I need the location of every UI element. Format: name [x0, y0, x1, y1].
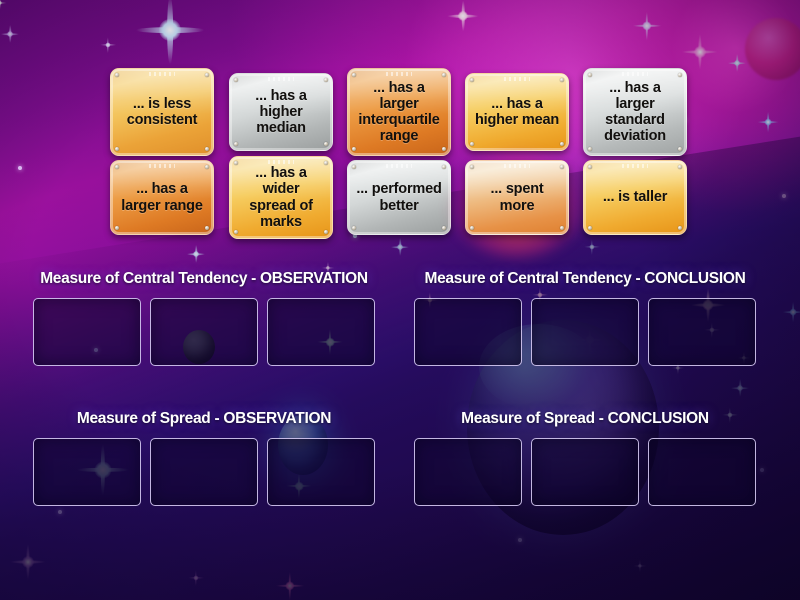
category-group: Measure of Central Tendency - OBSERVATIO…: [33, 270, 375, 366]
word-tile[interactable]: ... spent more: [465, 160, 569, 235]
word-tile-label: ... spent more: [490, 181, 544, 214]
category-group-title: Measure of Central Tendency - OBSERVATIO…: [40, 270, 368, 287]
draggable-tile-tray: ... is less consistent ... has a higher m…: [0, 0, 800, 257]
drop-slot[interactable]: [648, 438, 756, 506]
word-tile-label: ... performed better: [356, 181, 442, 214]
drop-slot[interactable]: [648, 298, 756, 366]
category-group: Measure of Central Tendency - CONCLUSION: [414, 270, 756, 366]
drop-slot[interactable]: [531, 298, 639, 366]
drop-slot[interactable]: [414, 438, 522, 506]
word-tile-label: ... is less consistent: [126, 95, 198, 128]
drop-slot-row: [414, 438, 756, 506]
word-tile[interactable]: ... has a higher mean: [465, 73, 569, 151]
category-group-title: Measure of Spread - OBSERVATION: [76, 410, 332, 427]
drop-slot[interactable]: [414, 298, 522, 366]
tile-notch-icon: [268, 160, 294, 164]
tile-notch-icon: [386, 72, 412, 76]
tile-notch-icon: [386, 164, 412, 168]
word-tile-label: ... has a higher median: [255, 87, 307, 137]
word-tile[interactable]: ... has a higher median: [229, 73, 333, 151]
tile-notch-icon: [149, 72, 175, 76]
word-tile-label: ... has a larger interquartile range: [358, 79, 440, 145]
tile-notch-icon: [622, 164, 648, 168]
word-tile[interactable]: ... is less consistent: [110, 68, 214, 156]
word-tile-label: ... has a higher mean: [474, 95, 559, 128]
drop-slot[interactable]: [150, 438, 258, 506]
category-board: Measure of Central Tendency - OBSERVATIO…: [0, 258, 800, 558]
word-tile[interactable]: ... has a larger interquartile range: [347, 68, 451, 156]
category-group-title: Measure of Spread - CONCLUSION: [461, 410, 709, 427]
drop-slot[interactable]: [531, 438, 639, 506]
word-tile[interactable]: ... performed better: [347, 160, 451, 235]
word-tile-label: ... has a larger standard deviation: [604, 79, 666, 145]
drop-slot-row: [33, 438, 375, 506]
drop-slot[interactable]: [267, 298, 375, 366]
tile-notch-icon: [268, 77, 294, 81]
word-tile[interactable]: ... has a larger range: [110, 160, 214, 235]
tile-notch-icon: [504, 164, 530, 168]
word-tile[interactable]: ... has a wider spread of marks: [229, 156, 333, 239]
word-tile[interactable]: ... is taller: [583, 160, 687, 235]
word-tile-label: ... has a wider spread of marks: [249, 165, 313, 230]
category-group: Measure of Spread - OBSERVATION: [33, 410, 375, 506]
drop-slot[interactable]: [150, 298, 258, 366]
tile-notch-icon: [149, 164, 175, 168]
word-tile[interactable]: ... has a larger standard deviation: [583, 68, 687, 156]
drop-slot[interactable]: [33, 438, 141, 506]
drop-slot-row: [414, 298, 756, 366]
category-group: Measure of Spread - CONCLUSION: [414, 410, 756, 506]
drop-slot[interactable]: [33, 298, 141, 366]
drop-slot[interactable]: [267, 438, 375, 506]
tile-notch-icon: [504, 77, 530, 81]
category-group-title: Measure of Central Tendency - CONCLUSION: [424, 270, 746, 287]
drop-slot-row: [33, 298, 375, 366]
word-tile-label: ... is taller: [602, 189, 668, 206]
activity-stage: ... is less consistent ... has a higher m…: [0, 0, 800, 600]
tile-notch-icon: [622, 72, 648, 76]
word-tile-label: ... has a larger range: [121, 181, 203, 214]
